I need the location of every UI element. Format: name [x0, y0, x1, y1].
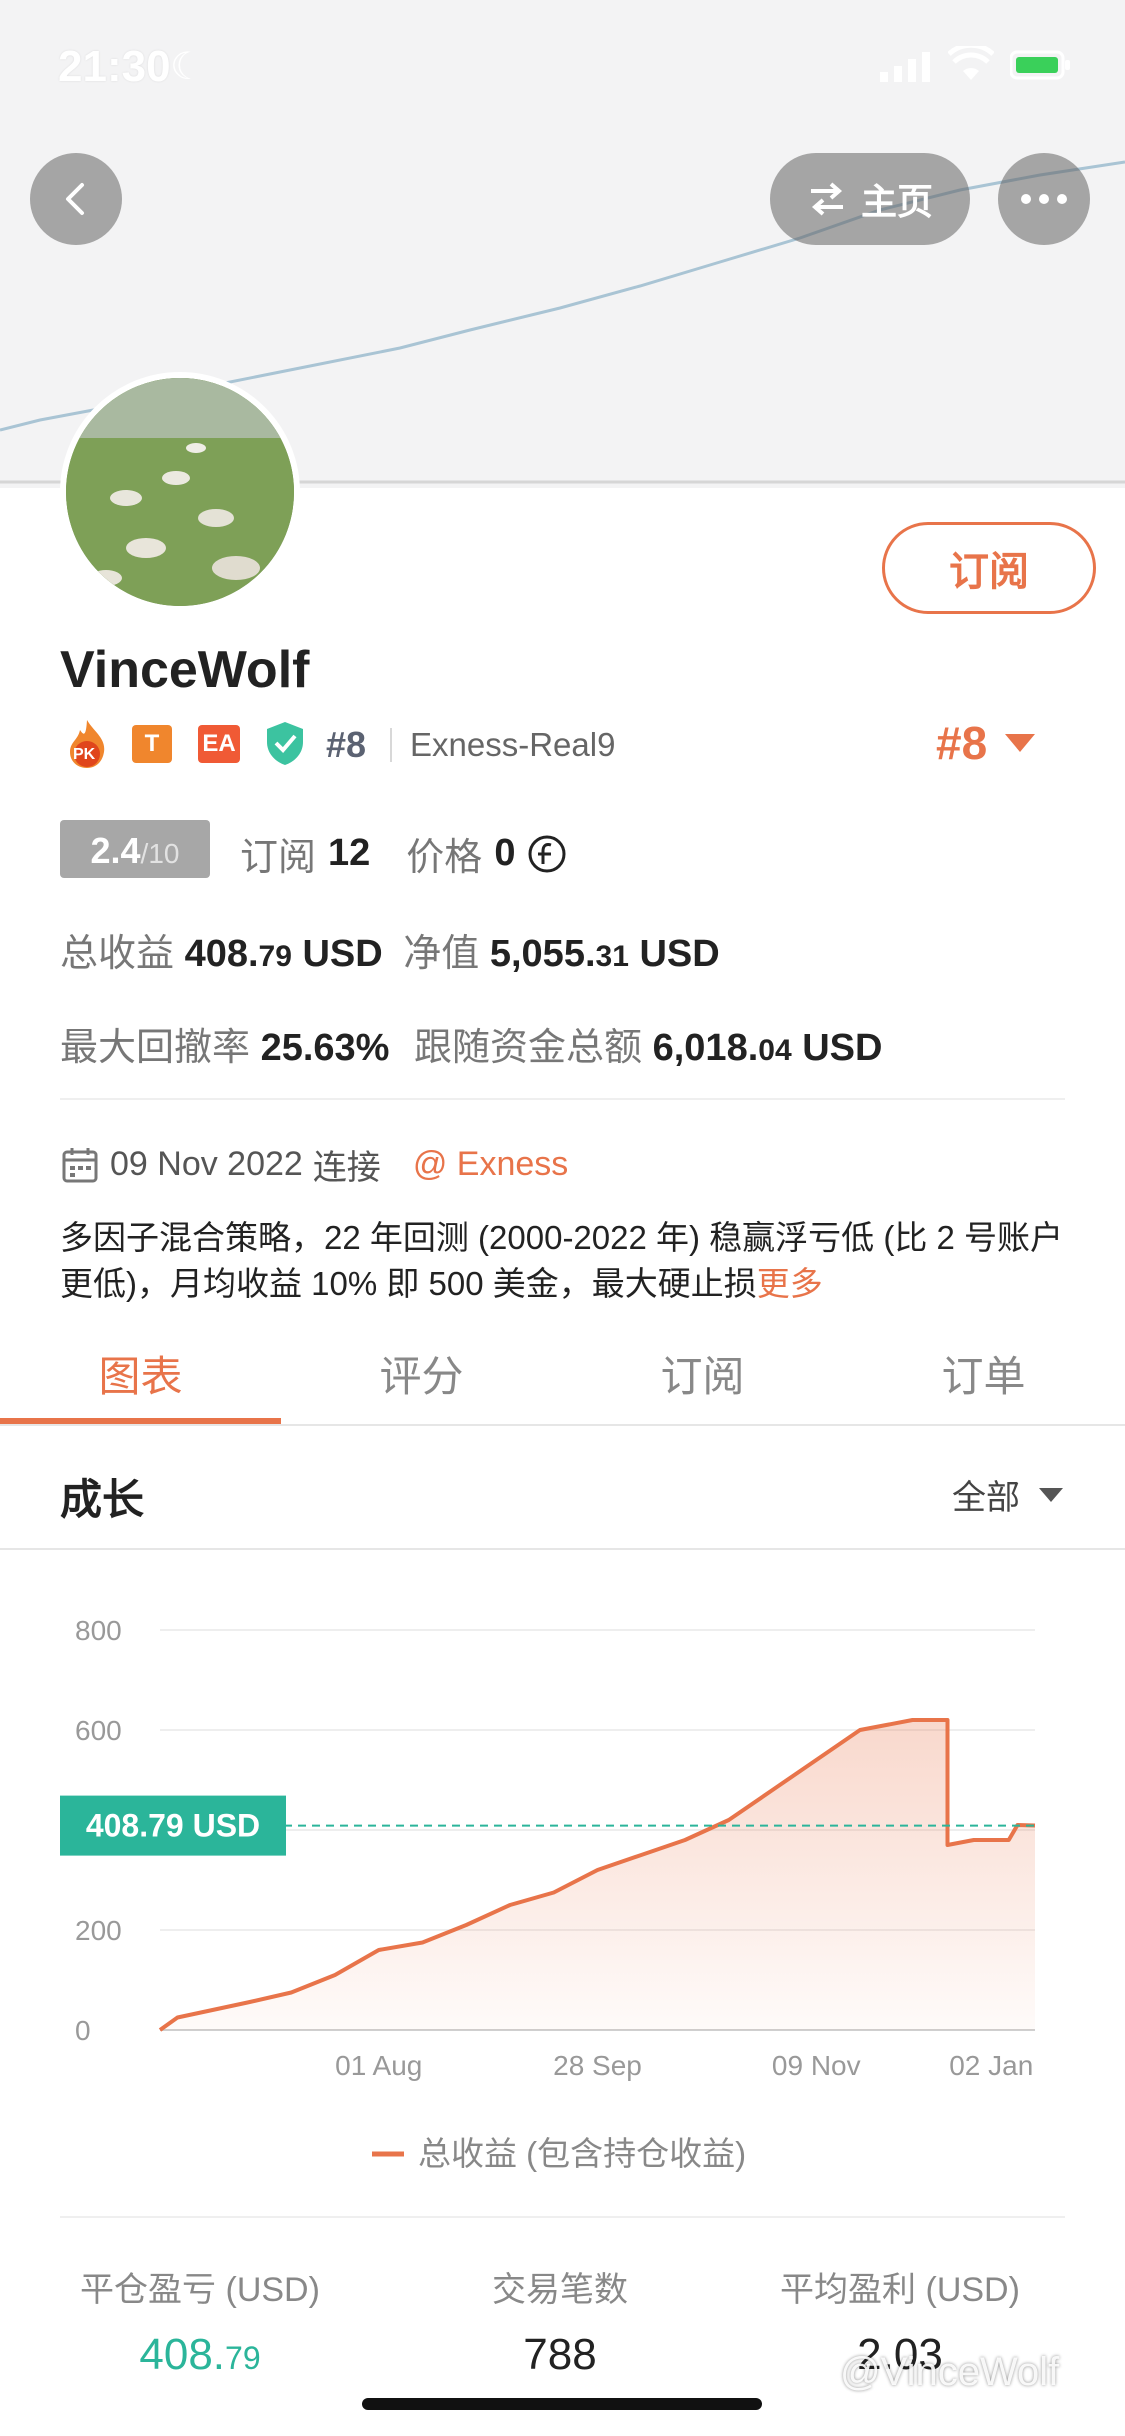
coin-icon: [528, 835, 566, 872]
divider: [60, 1098, 1065, 1100]
closed-pl-dec: 79: [225, 2340, 261, 2376]
closed-pl-value: 408.79: [60, 2330, 340, 2380]
t-badge[interactable]: T: [132, 725, 172, 763]
tab-subscribe[interactable]: 订阅: [562, 1320, 843, 1426]
connection-row: 09 Nov 2022 连接 @ Exness: [60, 1140, 568, 1189]
follow-funds-label: 跟随资金总额: [414, 1027, 643, 1069]
x-tick-label: 02 Jan: [949, 2050, 1033, 2081]
legend-label: 总收益 (包含持仓收益): [418, 2135, 746, 2172]
more-link[interactable]: 更多: [757, 1265, 823, 1302]
divider: [390, 728, 392, 762]
status-bar: 21:30 ☾: [0, 0, 1125, 130]
closed-pl-label: 平仓盈亏 (USD): [80, 2271, 320, 2309]
equity-unit: USD: [639, 933, 720, 975]
growth-header: 成长 全部: [0, 1428, 1125, 1550]
range-filter-label: 全部: [952, 1479, 1020, 1517]
x-tick-label: 28 Sep: [553, 2050, 642, 2081]
back-button[interactable]: [30, 153, 122, 245]
signal-icon: [880, 52, 932, 87]
equity-int: 5,055.: [489, 933, 596, 975]
status-time: 21:30: [58, 42, 171, 91]
tab-bar: 图表 评分 订阅 订单: [0, 1320, 1125, 1426]
subscribe-button[interactable]: 订阅: [882, 522, 1096, 614]
tab-orders[interactable]: 订单: [843, 1320, 1124, 1426]
y-tick-label: 800: [75, 1615, 122, 1646]
y-tick-label: 200: [75, 1915, 122, 1946]
subscribe-count: 12: [328, 832, 371, 874]
price-value: 0: [494, 832, 516, 874]
pk-fire-icon[interactable]: PK: [64, 718, 110, 770]
price-label: 价格: [406, 837, 483, 879]
connection-date: 09 Nov 2022: [110, 1145, 303, 1183]
strategy-description: 多因子混合策略，22 年回测 (2000-2022 年) 稳赢浮亏低 (比 2 …: [60, 1215, 1070, 1307]
divider: [60, 2216, 1065, 2218]
caret-down-icon: [1005, 734, 1036, 752]
drawdown-funds-row: 最大回撤率 25.63% 跟随资金总额 6,018.04 USD: [60, 1016, 882, 1071]
rank-small: #8: [326, 724, 367, 765]
score-badge: 2.4 /10: [60, 820, 210, 878]
ea-badge[interactable]: EA: [198, 725, 240, 763]
series-area: [160, 1720, 1035, 2030]
chevron-left-icon: [66, 183, 84, 215]
max-drawdown-value: 25.63%: [260, 1027, 390, 1069]
y-tick-label: 600: [75, 1715, 122, 1746]
broker-link[interactable]: @ Exness: [413, 1145, 568, 1184]
score-value: 2.4: [90, 830, 141, 871]
connection-label: 连接: [312, 1149, 381, 1187]
rank-dropdown[interactable]: #8: [936, 716, 1037, 770]
swap-icon: [810, 182, 843, 216]
verified-shield-icon[interactable]: [264, 720, 306, 771]
max-drawdown-label: 最大回撤率: [60, 1027, 251, 1069]
home-label: 主页: [860, 181, 933, 222]
active-tab-indicator: [0, 1418, 281, 1424]
moon-icon: ☾: [170, 46, 205, 88]
avg-profit-label: 平均盈利 (USD): [780, 2271, 1020, 2309]
range-filter-dropdown[interactable]: 全部: [952, 1470, 1064, 1519]
home-button[interactable]: 主页: [770, 153, 970, 245]
follow-funds-unit: USD: [802, 1027, 883, 1069]
equity-label: 净值: [403, 933, 480, 975]
total-profit-dec: 79: [258, 940, 292, 973]
follow-funds-int: 6,018.: [652, 1027, 759, 1069]
score-max: /10: [140, 838, 180, 869]
watermark: @VinceWolf: [840, 2350, 1060, 2394]
growth-title: 成长: [60, 1476, 145, 1523]
growth-chart-svg: 800 600 200 0 01 Aug 28 Sep 09 Nov 02 Jan 408.79…: [60, 1615, 1036, 2172]
y-tick-label: 0: [75, 2015, 91, 2046]
closed-pl-int: 408.: [139, 2330, 226, 2379]
growth-chart: 800 600 200 0 01 Aug 28 Sep 09 Nov 02 Jan 408.79…: [0, 1550, 1125, 2190]
x-tick-label: 01 Aug: [335, 2050, 422, 2081]
more-dots-icon: [1021, 194, 1067, 204]
x-tick-label: 09 Nov: [772, 2050, 861, 2081]
avatar[interactable]: [60, 372, 300, 612]
follow-funds-dec: 04: [758, 1034, 792, 1067]
more-button[interactable]: [998, 153, 1090, 245]
caret-down-icon: [1039, 1487, 1063, 1502]
calendar-icon: [62, 1147, 98, 1182]
total-profit-int: 408.: [184, 933, 259, 975]
battery-icon: [1009, 50, 1072, 85]
subscribe-count-label: 订阅: [240, 837, 317, 879]
trades-count-value: 788: [523, 2330, 597, 2379]
avatar-image: [66, 378, 294, 606]
wifi-icon: [947, 42, 995, 87]
rank-big: #8: [936, 717, 988, 769]
description-text: 多因子混合策略，22 年回测 (2000-2022 年) 稳赢浮亏低 (比 2 …: [60, 1219, 1064, 1302]
pk-badge-label: PK: [73, 746, 96, 763]
total-profit-unit: USD: [302, 933, 383, 975]
trades-count-label: 交易笔数: [492, 2271, 628, 2309]
username: VinceWolf: [60, 641, 310, 699]
tab-chart[interactable]: 图表: [0, 1320, 281, 1426]
broker-account: Exness-Real9: [410, 726, 616, 763]
tab-rating[interactable]: 评分: [281, 1320, 562, 1426]
total-profit-label: 总收益: [60, 933, 175, 975]
profit-equity-row: 总收益 408.79 USD 净值 5,055.31 USD: [60, 922, 720, 977]
current-value-label: 408.79 USD: [86, 1808, 260, 1844]
subscribe-price-row: 订阅 12 价格 0: [240, 826, 567, 881]
equity-dec: 31: [595, 940, 629, 973]
home-indicator[interactable]: [362, 2398, 762, 2410]
